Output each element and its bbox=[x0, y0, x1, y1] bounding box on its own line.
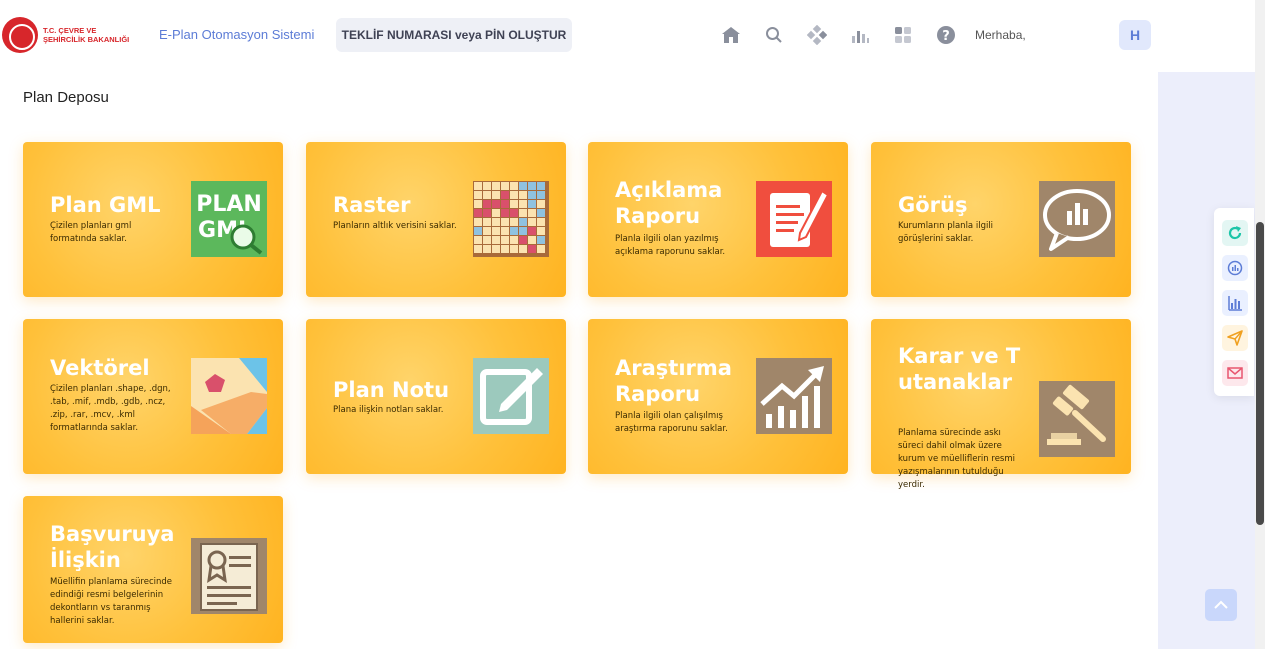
send-icon[interactable] bbox=[1222, 325, 1248, 351]
gavel-icon bbox=[1039, 381, 1115, 457]
stats-circle-icon[interactable] bbox=[1222, 255, 1248, 281]
card-title: Vektörel bbox=[50, 356, 150, 380]
user-avatar[interactable]: H bbox=[1119, 20, 1151, 50]
card-desc: Planların altlık verisini saklar. bbox=[333, 221, 457, 231]
note-edit-icon bbox=[473, 358, 549, 434]
main-content: Plan Deposu Plan GML Çizilen planları gm… bbox=[0, 72, 1158, 649]
ministry-seal-icon bbox=[2, 17, 38, 53]
grid-icon[interactable] bbox=[892, 24, 914, 46]
apps-icon[interactable] bbox=[806, 24, 828, 46]
chart-icon[interactable] bbox=[849, 24, 871, 46]
card-gorus[interactable]: Görüş Kurumların planla ilgili görüşleri… bbox=[871, 142, 1131, 297]
plan-gml-icon: PLAN GML bbox=[191, 181, 267, 257]
card-title: Raster bbox=[333, 193, 411, 217]
card-desc: Çizilen planları gml formatında saklar. bbox=[50, 221, 132, 244]
logo-line1: T.C. ÇEVRE VE bbox=[43, 26, 97, 35]
card-desc: Plana ilişkin notları saklar. bbox=[333, 405, 444, 415]
report-edit-icon bbox=[756, 181, 832, 257]
card-karar-tutanaklar[interactable]: Karar ve Tutanaklar Planlama sürecinde a… bbox=[871, 319, 1131, 490]
help-icon[interactable]: ? bbox=[935, 24, 957, 46]
top-header: T.C. ÇEVRE VE ŞEHİRCİLİK BAKANLIĞI E-Pla… bbox=[0, 0, 1255, 72]
certificate-icon bbox=[191, 538, 267, 614]
scroll-to-top-button[interactable] bbox=[1205, 589, 1237, 621]
mail-icon[interactable] bbox=[1222, 360, 1248, 386]
card-desc: Kurumların planla ilgili görüşlerini sak… bbox=[898, 221, 994, 244]
card-desc: Planlama sürecinde askı süreci dahil olm… bbox=[898, 428, 1015, 490]
greeting-text: Merhaba, bbox=[975, 28, 1026, 42]
page-title: Plan Deposu bbox=[23, 89, 109, 106]
card-plan-notu[interactable]: Plan Notu Plana ilişkin notları saklar. bbox=[306, 319, 566, 474]
bar-chart-icon[interactable] bbox=[1222, 290, 1248, 316]
card-raster[interactable]: Raster Planların altlık verisini saklar. bbox=[306, 142, 566, 297]
logo-text: T.C. ÇEVRE VE ŞEHİRCİLİK BAKANLIĞI bbox=[43, 26, 143, 44]
card-desc: Planla ilgili olan çalışılmış araştırma … bbox=[615, 411, 728, 434]
app-name-link[interactable]: E-Plan Otomasyon Sistemi bbox=[159, 27, 314, 42]
card-desc: Müellifin planlama sürecinde edindiği re… bbox=[50, 577, 172, 626]
logo-line2: ŞEHİRCİLİK BAKANLIĞI bbox=[43, 35, 130, 44]
svg-text:PLAN: PLAN bbox=[196, 192, 262, 217]
card-title: Açıklama Raporu bbox=[615, 178, 723, 228]
side-toolbar bbox=[1214, 208, 1254, 396]
card-title: Plan Notu bbox=[333, 378, 450, 402]
ministry-logo[interactable]: T.C. ÇEVRE VE ŞEHİRCİLİK BAKANLIĞI bbox=[2, 17, 143, 53]
growth-chart-icon bbox=[756, 358, 832, 434]
search-icon[interactable] bbox=[763, 24, 785, 46]
speech-chart-icon bbox=[1039, 181, 1115, 257]
card-plan-gml[interactable]: Plan GML Çizilen planları gml formatında… bbox=[23, 142, 283, 297]
card-title: Karar ve Tutanaklar bbox=[898, 344, 1021, 394]
chevron-up-icon bbox=[1214, 600, 1228, 609]
scrollbar-thumb[interactable] bbox=[1256, 222, 1264, 525]
teklif-pin-button[interactable]: TEKLİF NUMARASI veya PİN OLUŞTUR bbox=[336, 18, 572, 52]
card-desc: Planla ilgili olan yazılmış açıklama rap… bbox=[615, 234, 726, 257]
card-basvuruya-iliskin[interactable]: Başvuruya İlişkin Müellifin planlama sür… bbox=[23, 496, 283, 643]
refresh-icon[interactable] bbox=[1222, 220, 1248, 246]
card-arastirma-raporu[interactable]: Araştırma Raporu Planla ilgili olan çalı… bbox=[588, 319, 848, 474]
card-title: Plan GML bbox=[50, 193, 161, 217]
card-aciklama-raporu[interactable]: Açıklama Raporu Planla ilgili olan yazıl… bbox=[588, 142, 848, 297]
card-title: Başvuruya İlişkin bbox=[50, 522, 175, 572]
home-icon[interactable] bbox=[720, 24, 742, 46]
vector-map-icon bbox=[191, 358, 267, 434]
card-desc: Çizilen planları .shape, .dgn, .tab, .mi… bbox=[50, 384, 171, 433]
card-title: Araştırma Raporu bbox=[615, 356, 732, 406]
card-title: Görüş bbox=[898, 193, 968, 217]
svg-text:?: ? bbox=[942, 29, 950, 44]
card-vektorel[interactable]: Vektörel Çizilen planları .shape, .dgn, … bbox=[23, 319, 283, 474]
raster-grid-icon bbox=[473, 181, 549, 257]
